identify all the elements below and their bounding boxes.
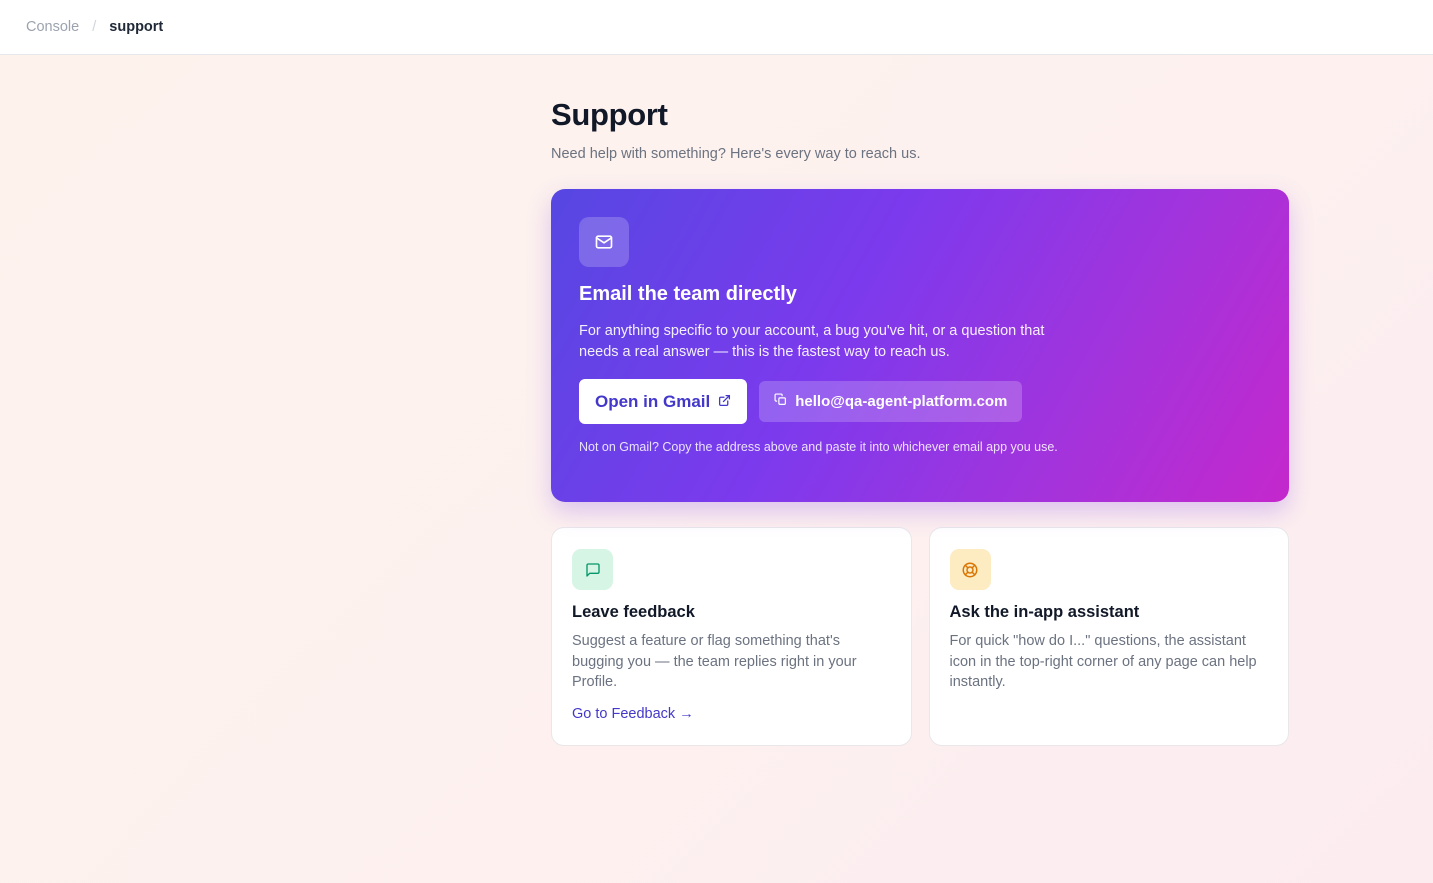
email-card-description: For anything specific to your account, a… bbox=[579, 323, 1045, 360]
mail-icon bbox=[579, 217, 629, 267]
email-card-title: Email the team directly bbox=[579, 283, 797, 305]
email-team-card: Email the team directly For anything spe… bbox=[551, 189, 1289, 502]
breadcrumb-console-link[interactable]: Console bbox=[26, 19, 79, 35]
assistant-card-title: Ask the in-app assistant bbox=[949, 603, 1140, 621]
copy-icon bbox=[774, 393, 787, 410]
email-address: hello@qa-agent-platform.com bbox=[795, 393, 1008, 410]
breadcrumb-current: support bbox=[109, 19, 164, 35]
page-title: Support bbox=[551, 97, 668, 132]
feedback-card: Leave feedback Suggest a feature or flag… bbox=[551, 527, 912, 746]
email-card-actions: Open in Gmail hello@qa-agent-platform.co… bbox=[579, 379, 1261, 424]
page-subtitle: Need help with something? Here's every w… bbox=[551, 146, 921, 162]
assistant-card: Ask the in-app assistant For quick "how … bbox=[928, 527, 1289, 746]
feedback-card-title: Leave feedback bbox=[572, 603, 695, 621]
message-square-icon bbox=[572, 549, 613, 590]
email-card-note: Not on Gmail? Copy the address above and… bbox=[579, 440, 1058, 454]
open-in-gmail-label: Open in Gmail bbox=[595, 391, 711, 411]
life-buoy-icon bbox=[949, 549, 991, 590]
support-main: Support Need help with something? Here's… bbox=[551, 96, 1289, 746]
go-to-feedback-link[interactable]: Go to Feedback → bbox=[572, 704, 694, 724]
assistant-card-description: For quick "how do I..." questions, the a… bbox=[949, 633, 1257, 690]
top-bar: Console / support bbox=[0, 0, 1433, 55]
breadcrumb: Console / support bbox=[26, 19, 163, 35]
secondary-options: Leave feedback Suggest a feature or flag… bbox=[551, 527, 1289, 746]
copy-email-button[interactable]: hello@qa-agent-platform.com bbox=[759, 381, 1023, 422]
breadcrumb-separator: / bbox=[92, 19, 97, 35]
open-in-gmail-button[interactable]: Open in Gmail bbox=[579, 379, 748, 424]
external-link-icon bbox=[718, 392, 731, 412]
feedback-card-description: Suggest a feature or flag something that… bbox=[572, 633, 857, 690]
